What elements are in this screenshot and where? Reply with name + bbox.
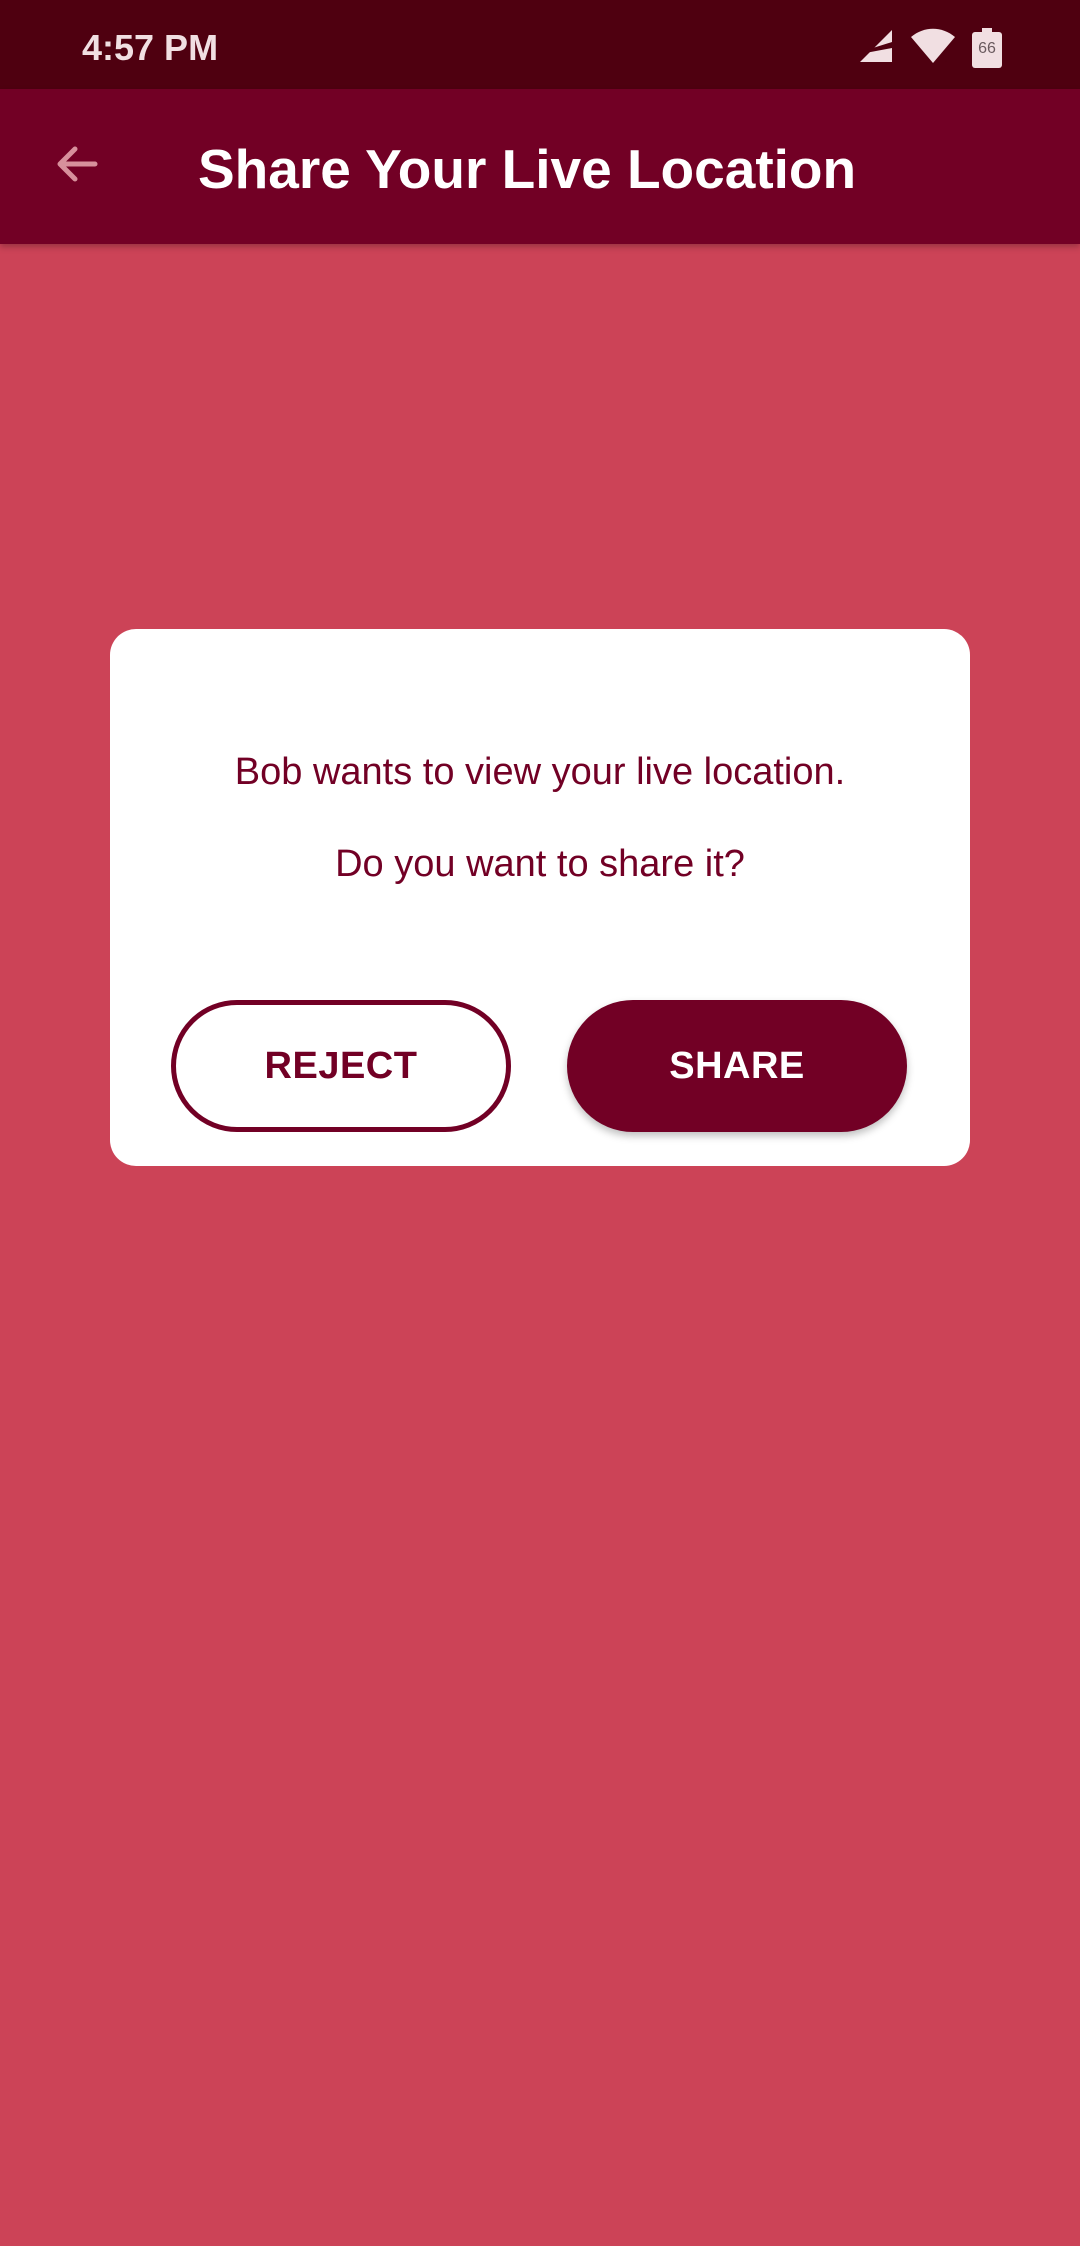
status-time: 4:57 PM	[82, 27, 219, 68]
page-title: Share Your Live Location	[198, 138, 857, 200]
share-button[interactable]: SHARE	[567, 1000, 907, 1132]
reject-button[interactable]: REJECT	[171, 1000, 511, 1132]
status-icons: 66	[858, 26, 1002, 70]
dialog-message: Bob wants to view your live location.	[234, 751, 846, 793]
back-button[interactable]	[36, 125, 118, 207]
battery-level: 66	[978, 40, 996, 57]
status-bar: 4:57 PM 66	[0, 0, 1080, 89]
signal-icon	[858, 28, 894, 69]
wifi-icon	[910, 28, 956, 69]
app-bar: Share Your Live Location	[0, 89, 1080, 244]
battery-icon: 66	[972, 28, 1002, 68]
share-location-dialog: Bob wants to view your live location. Do…	[110, 629, 970, 1166]
arrow-back-icon	[53, 140, 101, 193]
dialog-question: Do you want to share it?	[335, 843, 745, 885]
